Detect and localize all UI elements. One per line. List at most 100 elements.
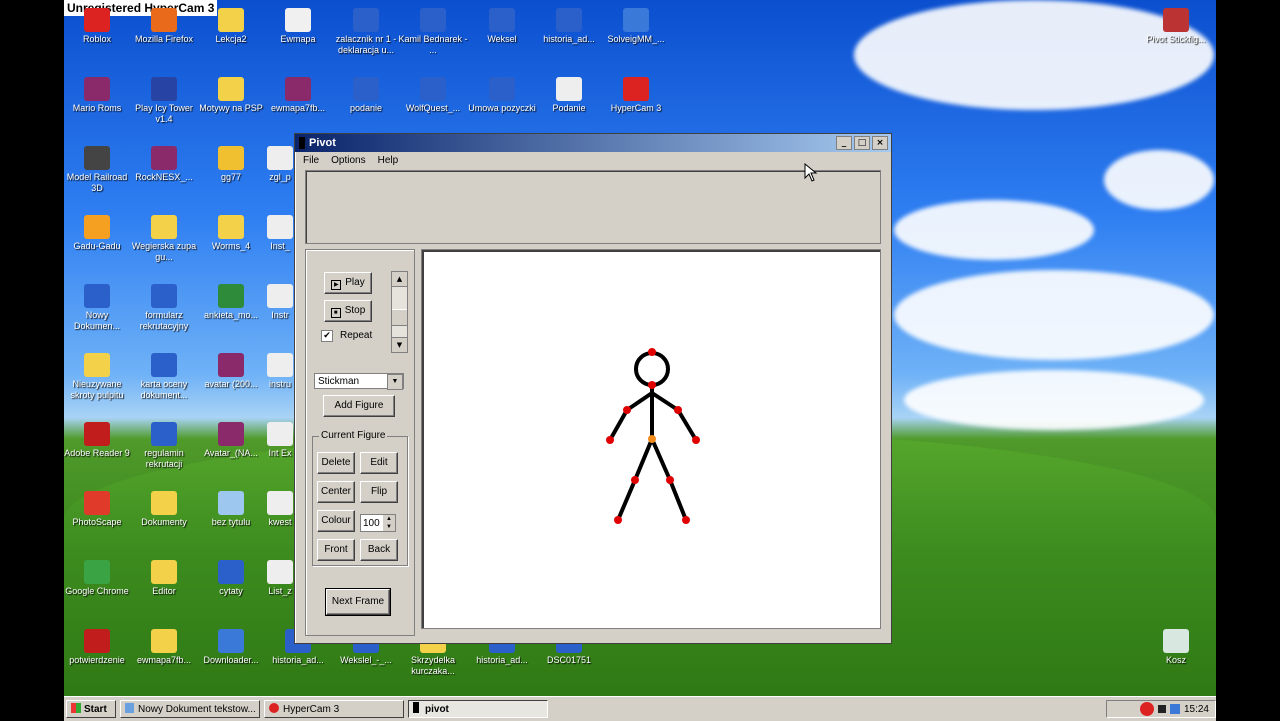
stickman-forearm-right [676,408,698,442]
joint-handle[interactable] [623,406,631,414]
desktop-icon[interactable]: zalacznik nr 1 - deklaracja u... [331,8,401,56]
record-icon[interactable] [1139,702,1154,716]
flip-button[interactable]: Flip [360,481,398,503]
desktop-icon[interactable]: Pivot Stickfig... [1141,8,1211,45]
joint-handle[interactable] [666,476,674,484]
stickman-figure[interactable] [422,250,880,628]
desktop-icon[interactable]: Google Chrome [62,560,132,597]
joint-handle[interactable] [631,476,639,484]
desktop-icon[interactable]: Editor [129,560,199,597]
stop-record-icon[interactable] [1157,705,1166,713]
colour-spinner[interactable]: 100 ▲ ▼ [360,514,396,532]
desktop-icon[interactable]: Weksel [467,8,537,45]
edit-button[interactable]: Edit [360,452,398,474]
desktop-icon[interactable]: Kosz [1141,629,1211,666]
joint-handle[interactable] [674,406,682,414]
desktop-icon[interactable]: Umowa pozyczki [467,77,537,114]
joint-handle[interactable] [692,436,700,444]
close-button[interactable]: × [872,136,888,150]
minimize-button[interactable]: _ [836,136,852,150]
scroll-down-arrow[interactable]: ▼ [392,337,407,352]
repeat-checkbox[interactable]: ✔ [321,330,333,342]
colour-button[interactable]: Colour [317,510,355,532]
desktop-icon-glyph-icon [84,491,110,515]
desktop-icon[interactable]: historia_ad... [534,8,604,45]
figure-select[interactable]: Stickman ▼ [314,373,404,390]
desktop-icon[interactable]: Downloader... [196,629,266,666]
desktop-icon[interactable]: Roblox [62,8,132,45]
frames-strip[interactable] [305,170,881,244]
desktop-icon[interactable]: Ewmapa [263,8,333,45]
desktop-icon-label: karta oceny dokument... [140,379,188,400]
desktop-icon[interactable]: Gadu-Gadu [62,215,132,252]
desktop-icon-glyph-icon [285,77,311,101]
speed-scrollbar[interactable]: ▲ ▼ [391,271,408,353]
desktop-icon[interactable]: WolfQuest_... [398,77,468,114]
desktop-icon[interactable]: RockNESX_... [129,146,199,183]
desktop-icon[interactable]: Mario Roms [62,77,132,114]
desktop-icon-glyph-icon [623,8,649,32]
scroll-up-arrow[interactable]: ▲ [392,272,407,287]
back-button[interactable]: Back [360,539,398,561]
network-icon[interactable] [1169,704,1180,714]
menu-help[interactable]: Help [378,155,399,166]
desktop-icon[interactable]: Play Icy Tower v1.4 [129,77,199,125]
play-button[interactable]: ▶ Play [324,272,372,294]
chevron-down-icon[interactable]: ▼ [387,374,403,390]
scroll-thumb[interactable] [392,309,407,326]
taskbar-item-pivot[interactable]: pivot [408,700,548,718]
desktop-icon-label: ewmapa7fb... [270,103,326,113]
start-button[interactable]: Start [66,700,116,718]
window-titlebar[interactable]: Pivot _ □ × [295,134,891,152]
front-button[interactable]: Front [317,539,355,561]
joint-handle[interactable] [682,516,690,524]
desktop-icon-glyph-icon [218,560,244,584]
desktop-icon-glyph-icon [84,353,110,377]
add-figure-button[interactable]: Add Figure [323,395,395,417]
joint-handle[interactable] [648,348,656,356]
desktop-icon[interactable]: Mozilla Firefox [129,8,199,45]
menu-options[interactable]: Options [331,155,365,166]
delete-button[interactable]: Delete [317,452,355,474]
hip-anchor-handle[interactable] [648,435,656,443]
desktop-icon[interactable]: Nowy Dokumen... [62,284,132,332]
desktop-icon[interactable]: Lekcja2 [196,8,266,45]
desktop-icon[interactable]: formularz rekrutacyjny [129,284,199,332]
stop-button[interactable]: ■ Stop [324,300,372,322]
desktop-icon[interactable]: Wegierska zupa gu... [129,215,199,263]
desktop-icon[interactable]: Adobe Reader 9 [62,422,132,459]
desktop-icon-glyph-icon [420,77,446,101]
joint-handle[interactable] [606,436,614,444]
joint-handle[interactable] [648,381,656,389]
desktop-icon-glyph-icon [151,284,177,308]
desktop-icon-label: Editor [152,586,176,596]
joint-handle[interactable] [614,516,622,524]
desktop-icon-label: regulamin rekrutacji [144,448,184,469]
desktop-icon[interactable]: PhotoScape [62,491,132,528]
spinner-arrows-icon[interactable]: ▲ ▼ [383,515,395,531]
desktop-icon[interactable]: Dokumenty [129,491,199,528]
next-frame-button[interactable]: Next Frame [325,588,391,616]
desktop-icon[interactable]: Kamil Bednarek - ... [398,8,468,56]
desktop-icon[interactable]: potwierdzenie [62,629,132,666]
desktop-icon[interactable]: karta oceny dokument... [129,353,199,401]
stickman-joints[interactable] [606,348,700,524]
desktop-icon[interactable]: regulamin rekrutacji [129,422,199,470]
desktop-icon[interactable]: SolveigMM_... [601,8,671,45]
desktop-icon[interactable]: HyperCam 3 [601,77,671,114]
window-title: Pivot [309,137,336,149]
desktop-icon-label: podanie [349,103,383,113]
menu-file[interactable]: File [303,155,319,166]
taskbar-item-notepad[interactable]: Nowy Dokument tekstow... [120,700,260,718]
animation-canvas[interactable] [421,249,881,629]
desktop-icon[interactable]: ewmapa7fb... [263,77,333,114]
desktop-icon[interactable]: Motywy na PSP [196,77,266,114]
desktop-icon[interactable]: podanie [331,77,401,114]
taskbar-item-hypercam[interactable]: HyperCam 3 [264,700,404,718]
center-button[interactable]: Center [317,481,355,503]
desktop-icon[interactable]: ewmapa7fb... [129,629,199,666]
desktop-icon[interactable]: Model Railroad 3D [62,146,132,194]
desktop-icon[interactable]: Podanie [534,77,604,114]
maximize-button[interactable]: □ [854,136,870,150]
desktop-icon[interactable]: Nieuzywane skroty pulpitu [62,353,132,401]
